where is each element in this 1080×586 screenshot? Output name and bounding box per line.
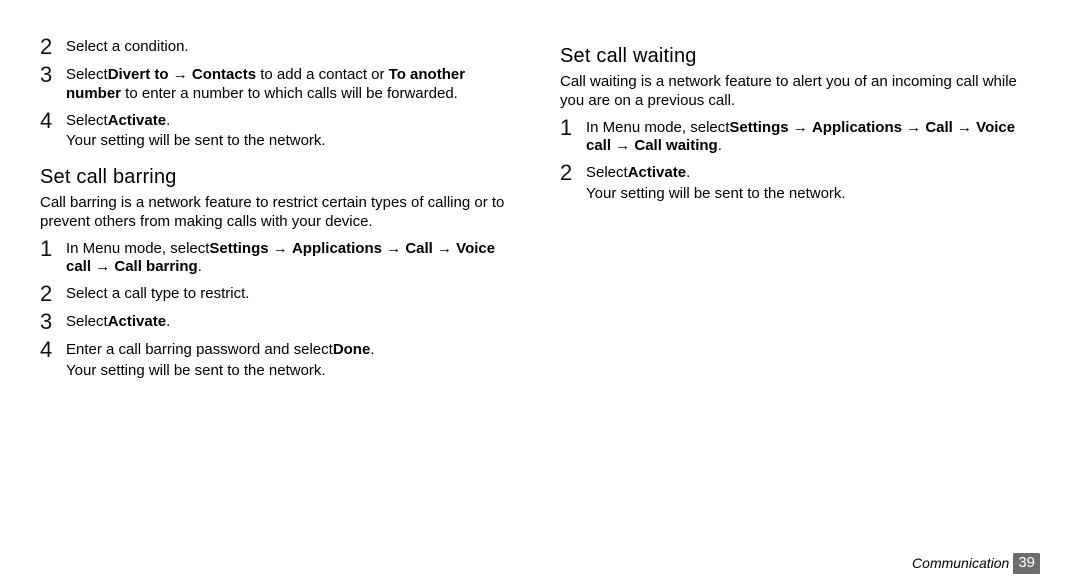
step-note: Your setting will be sent to the network… (66, 362, 520, 381)
step-item: 3 SelectDivert to → Contacts to add a co… (40, 64, 520, 104)
step-number: 3 (40, 64, 66, 86)
step-text: In Menu mode, selectSettings → Applicati… (66, 238, 520, 278)
left-column: 2 Select a condition. 3 SelectDivert to … (40, 30, 520, 586)
step-text: SelectActivate. (66, 311, 520, 332)
step-note: Your setting will be sent to the network… (66, 132, 520, 151)
step-item: 2 Select a condition. (40, 36, 520, 58)
step-text: Select a condition. (66, 36, 520, 57)
footer-section-label: Communication (912, 555, 1013, 573)
step-item: 4 SelectActivate. Your setting will be s… (40, 110, 520, 152)
step-item: 1 In Menu mode, selectSettings → Applica… (560, 117, 1040, 157)
step-number: 2 (560, 162, 586, 184)
step-number: 2 (40, 36, 66, 58)
step-item: 2 SelectActivate. Your setting will be s… (560, 162, 1040, 204)
section-title-call-barring: Set call barring (40, 165, 520, 190)
step-number: 4 (40, 339, 66, 361)
step-note: Your setting will be sent to the network… (586, 185, 1040, 204)
step-text: SelectDivert to → Contacts to add a cont… (66, 64, 520, 104)
section-title-call-waiting: Set call waiting (560, 44, 1040, 69)
step-text: Enter a call barring password and select… (66, 339, 520, 381)
step-number: 1 (560, 117, 586, 139)
step-number: 2 (40, 283, 66, 305)
section-intro: Call waiting is a network feature to ale… (560, 73, 1040, 111)
manual-page: 2 Select a condition. 3 SelectDivert to … (0, 0, 1080, 586)
step-number: 3 (40, 311, 66, 333)
step-text: SelectActivate. Your setting will be sen… (586, 162, 1040, 204)
step-item: 3 SelectActivate. (40, 311, 520, 333)
step-text: SelectActivate. Your setting will be sen… (66, 110, 520, 152)
step-item: 1 In Menu mode, selectSettings → Applica… (40, 238, 520, 278)
section-intro: Call barring is a network feature to res… (40, 194, 520, 232)
step-number: 1 (40, 238, 66, 260)
page-number: 39 (1013, 553, 1040, 574)
step-number: 4 (40, 110, 66, 132)
step-text: In Menu mode, selectSettings → Applicati… (586, 117, 1040, 157)
step-text: Select a call type to restrict. (66, 283, 520, 304)
step-item: 4 Enter a call barring password and sele… (40, 339, 520, 381)
step-item: 2 Select a call type to restrict. (40, 283, 520, 305)
page-footer: Communication 39 (912, 553, 1040, 574)
right-column: Set call waiting Call waiting is a netwo… (560, 30, 1040, 586)
